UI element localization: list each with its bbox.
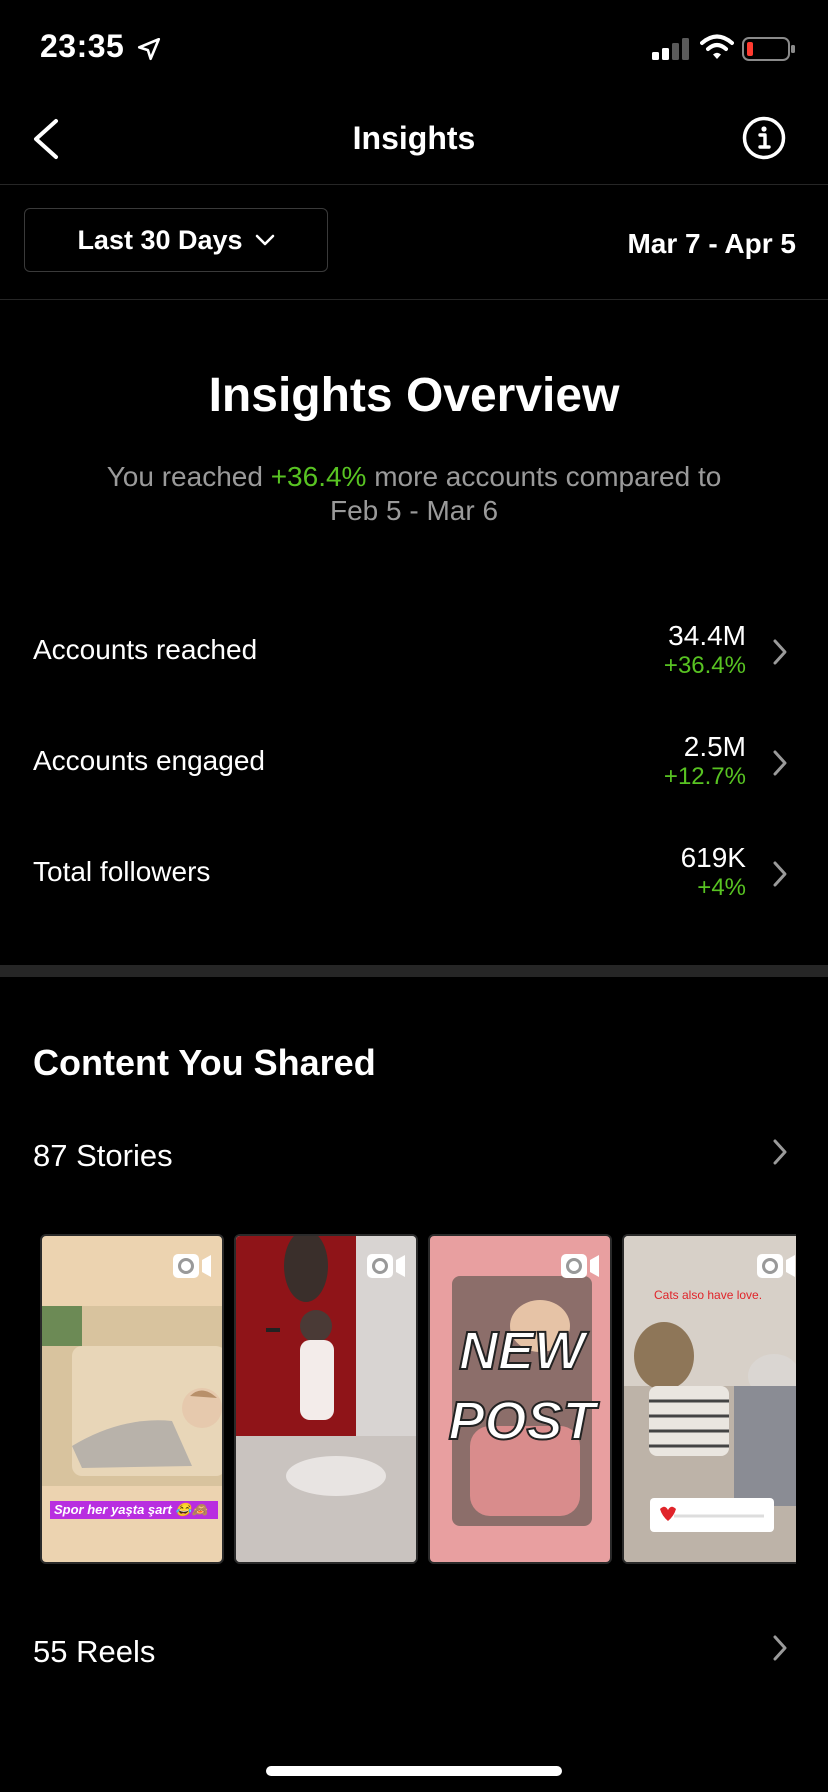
date-range-text: Mar 7 - Apr 5 <box>627 228 796 259</box>
cellular-signal-icon <box>652 38 689 60</box>
metric-label: Total followers <box>33 856 211 887</box>
chevron-right-icon <box>773 1635 787 1661</box>
metric-delta: +12.7% <box>663 763 746 790</box>
stories-row[interactable]: 87 Stories <box>0 1128 828 1188</box>
filter-divider <box>0 299 828 300</box>
metric-value: 619K <box>680 842 746 873</box>
story-thumbnail-image <box>624 1236 796 1562</box>
overview-title: Insights Overview <box>208 369 620 422</box>
metric-label: Accounts engaged <box>33 745 265 776</box>
story-thumbnail[interactable] <box>234 1234 418 1564</box>
metric-delta: +4% <box>697 874 746 901</box>
chevron-right-icon <box>773 1139 787 1165</box>
reels-count-label: 55 Reels <box>33 1634 156 1669</box>
chevron-right-icon <box>773 750 787 776</box>
info-icon[interactable] <box>742 116 786 160</box>
metric-value: 34.4M <box>668 620 746 651</box>
status-time: 23:35 <box>40 28 125 64</box>
metric-row-accounts-reached[interactable]: Accounts reached 34.4M +36.4% <box>0 610 828 690</box>
wifi-icon <box>700 34 734 59</box>
story-caption: Spor her yaşta şart 😂🙈 <box>54 1502 208 1517</box>
metric-value: 2.5M <box>683 731 746 762</box>
date-range-dropdown-label: Last 30 Days <box>77 224 243 255</box>
story-caption: NEW POST <box>447 1320 596 1452</box>
metric-row-accounts-engaged[interactable]: Accounts engaged 2.5M +12.7% <box>0 721 828 801</box>
chevron-down-icon <box>255 234 274 246</box>
stories-count-label: 87 Stories <box>33 1138 173 1173</box>
summary-suffix: more accounts compared to <box>374 461 722 492</box>
content-section-title: Content You Shared <box>33 1042 376 1083</box>
metric-label: Accounts reached <box>33 634 258 665</box>
metric-row-total-followers[interactable]: Total followers 619K +4% <box>0 832 828 912</box>
header-divider <box>0 184 828 185</box>
video-camera-icon <box>757 1254 795 1278</box>
overview-summary: You reached +36.4% more accounts compare… <box>70 460 758 528</box>
metric-delta: +36.4% <box>663 652 746 679</box>
location-arrow-icon <box>137 37 161 61</box>
story-caption: Cats also have love. <box>654 1288 763 1302</box>
chevron-right-icon <box>773 639 787 665</box>
story-thumbnail[interactable]: Cats also have love. <box>622 1234 796 1564</box>
summary-prefix: You reached <box>106 461 263 492</box>
section-divider <box>0 965 828 977</box>
story-thumbnail[interactable]: Spor her yaşta şart 😂🙈 <box>40 1234 224 1564</box>
reels-row[interactable]: 55 Reels <box>0 1624 828 1684</box>
home-indicator[interactable] <box>266 1766 562 1776</box>
date-range-dropdown[interactable]: Last 30 Days <box>24 208 328 272</box>
video-camera-icon <box>561 1254 599 1278</box>
story-thumbnail[interactable]: NEW POST <box>428 1234 612 1564</box>
summary-compare-range: Feb 5 - Mar 6 <box>329 495 499 526</box>
video-camera-icon <box>367 1254 405 1278</box>
story-thumbnail-image <box>236 1236 416 1562</box>
video-camera-icon <box>173 1254 211 1278</box>
battery-low-icon <box>742 37 795 61</box>
page-title: Insights <box>352 120 476 156</box>
chevron-right-icon <box>773 861 787 887</box>
summary-delta: +36.4% <box>270 461 367 492</box>
